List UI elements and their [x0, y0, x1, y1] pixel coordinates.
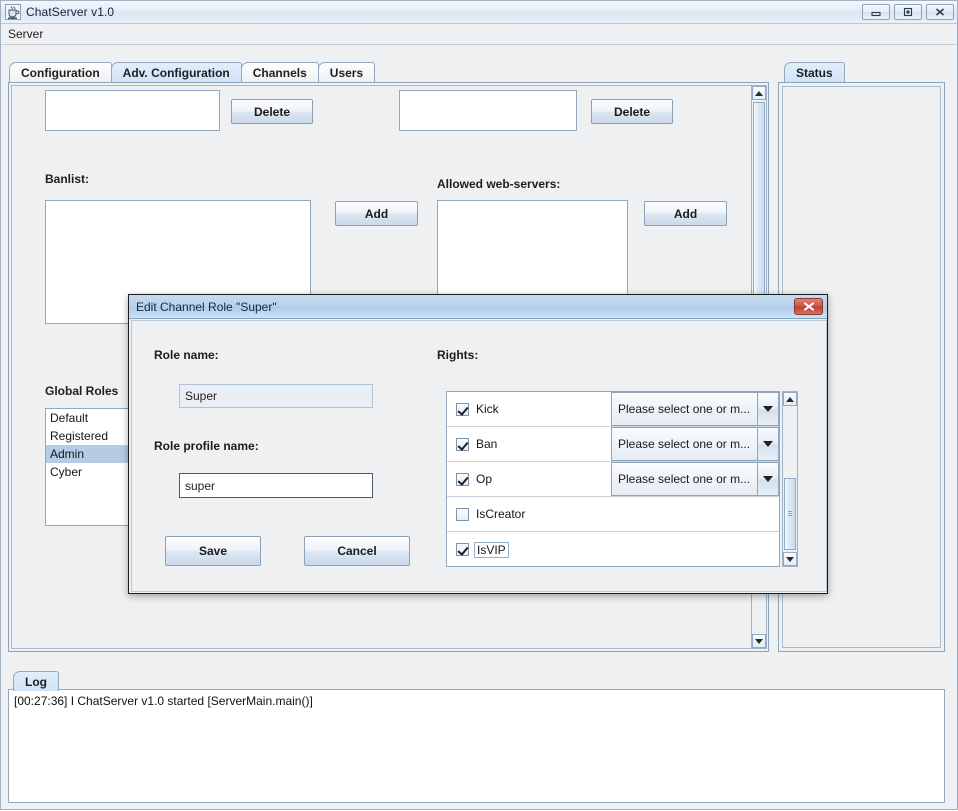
log-textarea[interactable]: [00:27:36] I ChatServer v1.0 started [Se…	[8, 689, 945, 803]
role-name-input-left[interactable]	[45, 90, 220, 131]
log-panel: Log [00:27:36] I ChatServer v1.0 started…	[8, 671, 945, 803]
edit-channel-role-dialog: Edit Channel Role "Super" Role name: Sup…	[128, 294, 828, 594]
table-row[interactable]: IsCreator	[447, 497, 779, 532]
close-button[interactable]	[926, 4, 954, 20]
cancel-button[interactable]: Cancel	[304, 536, 410, 566]
dialog-title: Edit Channel Role "Super"	[136, 299, 277, 314]
right-label: Op	[476, 472, 493, 486]
table-row[interactable]: Ban Please select one or m...	[447, 427, 779, 462]
checkbox-checked-icon[interactable]	[456, 472, 469, 486]
window-title: ChatServer v1.0	[26, 5, 115, 19]
tab-configuration[interactable]: Configuration	[9, 62, 112, 82]
tab-status[interactable]: Status	[784, 62, 845, 82]
scrollbar-thumb[interactable]	[784, 478, 796, 550]
combobox-value: Please select one or m...	[611, 427, 757, 461]
role-name-field[interactable]: Super	[179, 384, 373, 408]
tab-channels[interactable]: Channels	[240, 62, 319, 82]
thumb-grip-icon	[788, 511, 792, 518]
tab-label: Log	[25, 674, 47, 689]
save-button[interactable]: Save	[165, 536, 261, 566]
log-tabstrip: Log	[13, 671, 59, 691]
main-tabstrip: Configuration Adv. Configuration Channel…	[9, 62, 376, 82]
dialog-titlebar: Edit Channel Role "Super"	[129, 295, 827, 319]
rights-vertical-scrollbar[interactable]	[782, 391, 798, 567]
tab-label: Users	[329, 65, 364, 80]
maximize-button[interactable]	[894, 4, 922, 20]
dialog-body: Role name: Super Role profile name: supe…	[131, 320, 827, 592]
button-label: Cancel	[337, 544, 377, 558]
right-label: IsCreator	[476, 507, 526, 521]
add-button-banlist[interactable]: Add	[335, 201, 418, 226]
right-scope-combobox[interactable]: Please select one or m...	[611, 392, 779, 426]
checkbox-checked-icon[interactable]	[456, 402, 469, 416]
right-label: IsVIP	[474, 541, 509, 558]
dialog-close-button[interactable]	[794, 298, 823, 315]
checkbox-unchecked-icon[interactable]	[456, 507, 469, 521]
button-label: Save	[198, 544, 228, 558]
table-row[interactable]: Kick Please select one or m...	[447, 392, 779, 427]
role-profile-name-field[interactable]: super	[179, 473, 373, 498]
chatserver-main-window: ChatServer v1.0 Server Configuration Adv…	[0, 0, 958, 810]
field-value: super	[185, 478, 216, 493]
chevron-down-icon[interactable]	[757, 392, 779, 426]
window-titlebar: ChatServer v1.0	[1, 1, 957, 24]
java-coffee-cup-icon	[5, 4, 21, 20]
delete-button-right[interactable]: Delete	[591, 99, 673, 124]
combobox-value: Please select one or m...	[611, 392, 757, 426]
allowed-webservers-label: Allowed web-servers:	[437, 177, 561, 191]
global-roles-label: Global Roles	[45, 384, 119, 398]
right-label: Kick	[476, 402, 499, 416]
close-icon	[803, 302, 814, 311]
status-tabstrip: Status	[784, 62, 845, 82]
tab-adv-configuration[interactable]: Adv. Configuration	[110, 62, 242, 82]
table-row[interactable]: Op Please select one or m...	[447, 462, 779, 497]
scroll-up-arrow-icon[interactable]	[752, 86, 766, 100]
window-controls	[862, 4, 954, 20]
tab-users[interactable]: Users	[317, 62, 376, 82]
tab-label: Adv. Configuration	[122, 65, 230, 80]
rights-label: Rights:	[437, 348, 479, 362]
combobox-value: Please select one or m...	[611, 462, 757, 496]
tab-label: Configuration	[21, 65, 100, 80]
tab-label: Channels	[252, 65, 307, 80]
scroll-down-arrow-icon[interactable]	[752, 634, 766, 648]
chevron-down-icon[interactable]	[757, 427, 779, 461]
menu-item-server[interactable]: Server	[1, 25, 50, 43]
role-profile-name-label: Role profile name:	[154, 439, 259, 453]
log-line: [00:27:36] I ChatServer v1.0 started [Se…	[14, 694, 313, 708]
tab-label: Status	[796, 65, 833, 80]
button-label: Delete	[253, 104, 291, 119]
menu-bar: Server	[1, 24, 957, 45]
webserver-input-top[interactable]	[399, 90, 577, 131]
table-row[interactable]: IsVIP	[447, 532, 779, 566]
button-label: Add	[364, 206, 389, 221]
right-label: Ban	[476, 437, 498, 451]
checkbox-checked-icon[interactable]	[456, 437, 469, 451]
checkbox-checked-icon[interactable]	[456, 543, 469, 556]
right-scope-combobox[interactable]: Please select one or m...	[611, 462, 779, 496]
delete-button-left[interactable]: Delete	[231, 99, 313, 124]
add-button-webservers[interactable]: Add	[644, 201, 727, 226]
content-area: Configuration Adv. Configuration Channel…	[1, 45, 958, 811]
banlist-label: Banlist:	[45, 172, 90, 186]
right-scope-combobox[interactable]: Please select one or m...	[611, 427, 779, 461]
rights-table[interactable]: Kick Please select one or m... Ban Pleas…	[446, 391, 780, 567]
button-label: Delete	[613, 104, 651, 119]
minimize-button[interactable]	[862, 4, 890, 20]
scroll-down-arrow-icon[interactable]	[783, 552, 797, 566]
tab-log[interactable]: Log	[13, 671, 59, 691]
button-label: Add	[673, 206, 698, 221]
scroll-up-arrow-icon[interactable]	[783, 392, 797, 406]
field-value: Super	[185, 389, 218, 403]
role-name-label: Role name:	[154, 348, 219, 362]
chevron-down-icon[interactable]	[757, 462, 779, 496]
